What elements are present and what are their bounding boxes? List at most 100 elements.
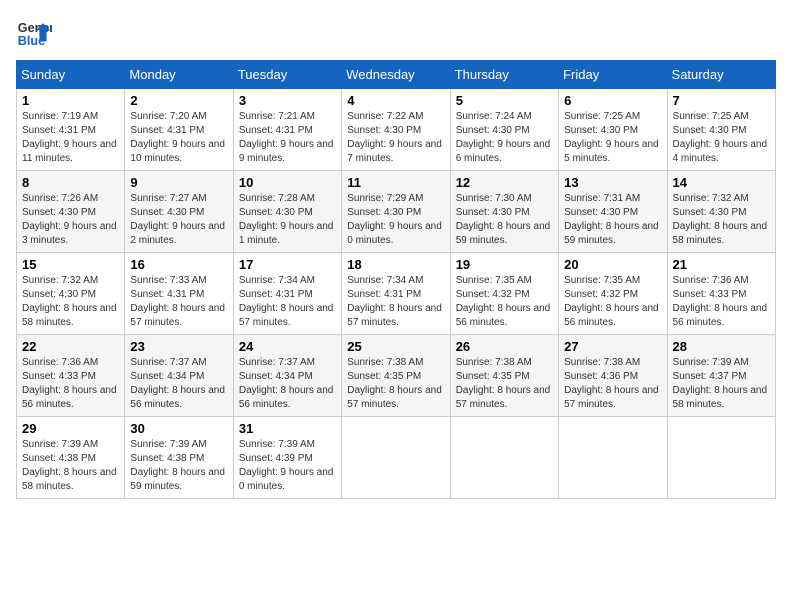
day-info: Sunrise: 7:32 AMSunset: 4:30 PMDaylight:… [673, 193, 768, 246]
calendar-day-cell: 24 Sunrise: 7:37 AMSunset: 4:34 PMDaylig… [233, 335, 341, 417]
calendar-day-cell: 13 Sunrise: 7:31 AMSunset: 4:30 PMDaylig… [559, 171, 667, 253]
day-info: Sunrise: 7:34 AMSunset: 4:31 PMDaylight:… [347, 275, 442, 328]
day-number: 17 [239, 257, 336, 272]
day-number: 16 [130, 257, 227, 272]
day-number: 5 [456, 93, 553, 108]
weekday-header-tuesday: Tuesday [233, 61, 341, 89]
calendar-week-row: 1 Sunrise: 7:19 AMSunset: 4:31 PMDayligh… [17, 89, 776, 171]
day-info: Sunrise: 7:35 AMSunset: 4:32 PMDaylight:… [456, 275, 551, 328]
calendar-day-cell: 12 Sunrise: 7:30 AMSunset: 4:30 PMDaylig… [450, 171, 558, 253]
calendar-day-cell: 29 Sunrise: 7:39 AMSunset: 4:38 PMDaylig… [17, 417, 125, 499]
calendar-day-cell: 28 Sunrise: 7:39 AMSunset: 4:37 PMDaylig… [667, 335, 775, 417]
day-number: 18 [347, 257, 444, 272]
weekday-header-friday: Friday [559, 61, 667, 89]
day-number: 19 [456, 257, 553, 272]
day-number: 20 [564, 257, 661, 272]
calendar-day-cell: 31 Sunrise: 7:39 AMSunset: 4:39 PMDaylig… [233, 417, 341, 499]
calendar-day-cell: 6 Sunrise: 7:25 AMSunset: 4:30 PMDayligh… [559, 89, 667, 171]
calendar-day-cell: 26 Sunrise: 7:38 AMSunset: 4:35 PMDaylig… [450, 335, 558, 417]
calendar-day-cell: 8 Sunrise: 7:26 AMSunset: 4:30 PMDayligh… [17, 171, 125, 253]
day-info: Sunrise: 7:38 AMSunset: 4:36 PMDaylight:… [564, 357, 659, 410]
day-number: 10 [239, 175, 336, 190]
day-number: 7 [673, 93, 770, 108]
calendar-day-cell: 15 Sunrise: 7:32 AMSunset: 4:30 PMDaylig… [17, 253, 125, 335]
day-info: Sunrise: 7:24 AMSunset: 4:30 PMDaylight:… [456, 111, 551, 164]
calendar-week-row: 29 Sunrise: 7:39 AMSunset: 4:38 PMDaylig… [17, 417, 776, 499]
calendar-day-cell: 22 Sunrise: 7:36 AMSunset: 4:33 PMDaylig… [17, 335, 125, 417]
calendar-day-cell: 25 Sunrise: 7:38 AMSunset: 4:35 PMDaylig… [342, 335, 450, 417]
logo: General Blue [16, 16, 52, 52]
weekday-header-wednesday: Wednesday [342, 61, 450, 89]
day-number: 30 [130, 421, 227, 436]
weekday-header-saturday: Saturday [667, 61, 775, 89]
day-number: 9 [130, 175, 227, 190]
day-info: Sunrise: 7:29 AMSunset: 4:30 PMDaylight:… [347, 193, 442, 246]
day-info: Sunrise: 7:34 AMSunset: 4:31 PMDaylight:… [239, 275, 334, 328]
calendar-day-cell [450, 417, 558, 499]
calendar-day-cell: 23 Sunrise: 7:37 AMSunset: 4:34 PMDaylig… [125, 335, 233, 417]
day-number: 26 [456, 339, 553, 354]
calendar-day-cell: 11 Sunrise: 7:29 AMSunset: 4:30 PMDaylig… [342, 171, 450, 253]
day-info: Sunrise: 7:22 AMSunset: 4:30 PMDaylight:… [347, 111, 442, 164]
day-info: Sunrise: 7:33 AMSunset: 4:31 PMDaylight:… [130, 275, 225, 328]
calendar-day-cell: 5 Sunrise: 7:24 AMSunset: 4:30 PMDayligh… [450, 89, 558, 171]
logo-icon: General Blue [16, 16, 52, 52]
calendar-day-cell: 14 Sunrise: 7:32 AMSunset: 4:30 PMDaylig… [667, 171, 775, 253]
day-info: Sunrise: 7:39 AMSunset: 4:38 PMDaylight:… [130, 439, 225, 492]
page-header: General Blue [16, 16, 776, 52]
day-number: 25 [347, 339, 444, 354]
day-number: 8 [22, 175, 119, 190]
day-info: Sunrise: 7:30 AMSunset: 4:30 PMDaylight:… [456, 193, 551, 246]
day-number: 13 [564, 175, 661, 190]
weekday-header-sunday: Sunday [17, 61, 125, 89]
calendar-table: SundayMondayTuesdayWednesdayThursdayFrid… [16, 60, 776, 499]
day-info: Sunrise: 7:39 AMSunset: 4:39 PMDaylight:… [239, 439, 334, 492]
calendar-day-cell: 18 Sunrise: 7:34 AMSunset: 4:31 PMDaylig… [342, 253, 450, 335]
day-number: 24 [239, 339, 336, 354]
day-info: Sunrise: 7:37 AMSunset: 4:34 PMDaylight:… [239, 357, 334, 410]
day-info: Sunrise: 7:19 AMSunset: 4:31 PMDaylight:… [22, 111, 117, 164]
weekday-header-monday: Monday [125, 61, 233, 89]
calendar-day-cell: 27 Sunrise: 7:38 AMSunset: 4:36 PMDaylig… [559, 335, 667, 417]
day-number: 23 [130, 339, 227, 354]
calendar-day-cell: 3 Sunrise: 7:21 AMSunset: 4:31 PMDayligh… [233, 89, 341, 171]
day-info: Sunrise: 7:31 AMSunset: 4:30 PMDaylight:… [564, 193, 659, 246]
day-number: 22 [22, 339, 119, 354]
calendar-day-cell: 19 Sunrise: 7:35 AMSunset: 4:32 PMDaylig… [450, 253, 558, 335]
day-info: Sunrise: 7:21 AMSunset: 4:31 PMDaylight:… [239, 111, 334, 164]
calendar-day-cell: 1 Sunrise: 7:19 AMSunset: 4:31 PMDayligh… [17, 89, 125, 171]
calendar-day-cell: 17 Sunrise: 7:34 AMSunset: 4:31 PMDaylig… [233, 253, 341, 335]
day-info: Sunrise: 7:25 AMSunset: 4:30 PMDaylight:… [673, 111, 768, 164]
day-info: Sunrise: 7:28 AMSunset: 4:30 PMDaylight:… [239, 193, 334, 246]
day-info: Sunrise: 7:26 AMSunset: 4:30 PMDaylight:… [22, 193, 117, 246]
calendar-week-row: 15 Sunrise: 7:32 AMSunset: 4:30 PMDaylig… [17, 253, 776, 335]
calendar-day-cell: 9 Sunrise: 7:27 AMSunset: 4:30 PMDayligh… [125, 171, 233, 253]
day-info: Sunrise: 7:35 AMSunset: 4:32 PMDaylight:… [564, 275, 659, 328]
day-number: 6 [564, 93, 661, 108]
day-number: 14 [673, 175, 770, 190]
day-info: Sunrise: 7:36 AMSunset: 4:33 PMDaylight:… [673, 275, 768, 328]
calendar-week-row: 8 Sunrise: 7:26 AMSunset: 4:30 PMDayligh… [17, 171, 776, 253]
day-info: Sunrise: 7:32 AMSunset: 4:30 PMDaylight:… [22, 275, 117, 328]
day-number: 21 [673, 257, 770, 272]
day-number: 28 [673, 339, 770, 354]
day-number: 11 [347, 175, 444, 190]
day-number: 31 [239, 421, 336, 436]
day-number: 15 [22, 257, 119, 272]
day-info: Sunrise: 7:20 AMSunset: 4:31 PMDaylight:… [130, 111, 225, 164]
day-number: 29 [22, 421, 119, 436]
day-number: 27 [564, 339, 661, 354]
day-number: 3 [239, 93, 336, 108]
day-info: Sunrise: 7:38 AMSunset: 4:35 PMDaylight:… [347, 357, 442, 410]
calendar-day-cell [342, 417, 450, 499]
day-info: Sunrise: 7:37 AMSunset: 4:34 PMDaylight:… [130, 357, 225, 410]
day-info: Sunrise: 7:39 AMSunset: 4:38 PMDaylight:… [22, 439, 117, 492]
day-info: Sunrise: 7:25 AMSunset: 4:30 PMDaylight:… [564, 111, 659, 164]
calendar-day-cell: 20 Sunrise: 7:35 AMSunset: 4:32 PMDaylig… [559, 253, 667, 335]
day-info: Sunrise: 7:39 AMSunset: 4:37 PMDaylight:… [673, 357, 768, 410]
day-number: 4 [347, 93, 444, 108]
calendar-day-cell: 21 Sunrise: 7:36 AMSunset: 4:33 PMDaylig… [667, 253, 775, 335]
weekday-header-thursday: Thursday [450, 61, 558, 89]
day-number: 12 [456, 175, 553, 190]
calendar-day-cell: 7 Sunrise: 7:25 AMSunset: 4:30 PMDayligh… [667, 89, 775, 171]
